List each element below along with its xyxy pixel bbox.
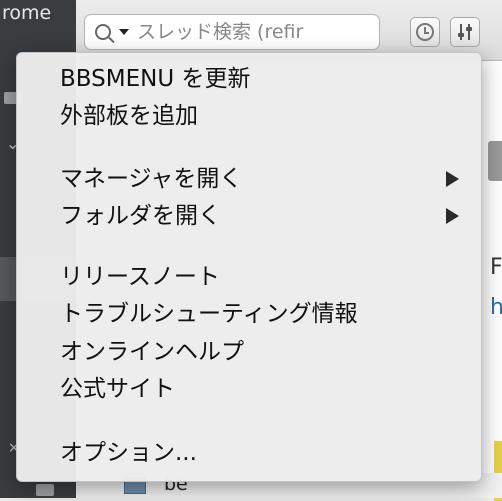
menu-item-troubleshooting-info[interactable]: トラブルシューティング情報 bbox=[17, 296, 481, 332]
menu-item-label: 外部板を追加 bbox=[60, 103, 198, 129]
search-field[interactable] bbox=[84, 14, 380, 50]
menu-item-open-manager[interactable]: マネージャを開く bbox=[17, 161, 481, 197]
menu-item-refresh-bbsmenu[interactable]: BBSMENU を更新 bbox=[17, 61, 481, 97]
search-input[interactable] bbox=[137, 21, 377, 43]
menu-item-add-external-board[interactable]: 外部板を追加 bbox=[17, 98, 481, 134]
menu-item-label: オプション... bbox=[60, 440, 197, 466]
menu-item-label: オンラインヘルプ bbox=[60, 339, 244, 365]
menu-item-label: 公式サイト bbox=[60, 376, 175, 402]
menu-item-label: トラブルシューティング情報 bbox=[60, 301, 358, 327]
clock-icon bbox=[416, 23, 434, 41]
sliders-icon bbox=[457, 24, 473, 40]
app-menu: BBSMENU を更新 外部板を追加 マネージャを開く フォルダを開く リリース… bbox=[16, 52, 482, 482]
history-button[interactable] bbox=[410, 17, 440, 47]
menu-item-label: BBSMENU を更新 bbox=[60, 66, 251, 92]
menu-item-release-notes[interactable]: リリースノート bbox=[17, 259, 481, 295]
search-icon bbox=[95, 24, 111, 40]
menu-item-options[interactable]: オプション... bbox=[17, 435, 481, 471]
menu-item-online-help[interactable]: オンラインヘルプ bbox=[17, 334, 481, 370]
menu-item-open-folder[interactable]: フォルダを開く bbox=[17, 198, 481, 234]
search-options-dropdown-icon[interactable] bbox=[119, 29, 129, 35]
sidebar-title: rome bbox=[2, 2, 52, 24]
content-link-fragment[interactable]: h bbox=[490, 295, 502, 320]
submenu-arrow-icon bbox=[446, 171, 459, 187]
menu-item-official-site[interactable]: 公式サイト bbox=[17, 371, 481, 407]
menu-item-label: リリースノート bbox=[60, 264, 220, 290]
content-panel-edge bbox=[488, 141, 502, 181]
folder-icon[interactable] bbox=[36, 484, 54, 496]
submenu-arrow-icon bbox=[446, 208, 459, 224]
filter-button[interactable] bbox=[450, 17, 480, 47]
content-heading-fragment: F bbox=[490, 255, 502, 280]
menu-item-label: フォルダを開く bbox=[60, 203, 221, 229]
menu-item-label: マネージャを開く bbox=[60, 166, 243, 192]
